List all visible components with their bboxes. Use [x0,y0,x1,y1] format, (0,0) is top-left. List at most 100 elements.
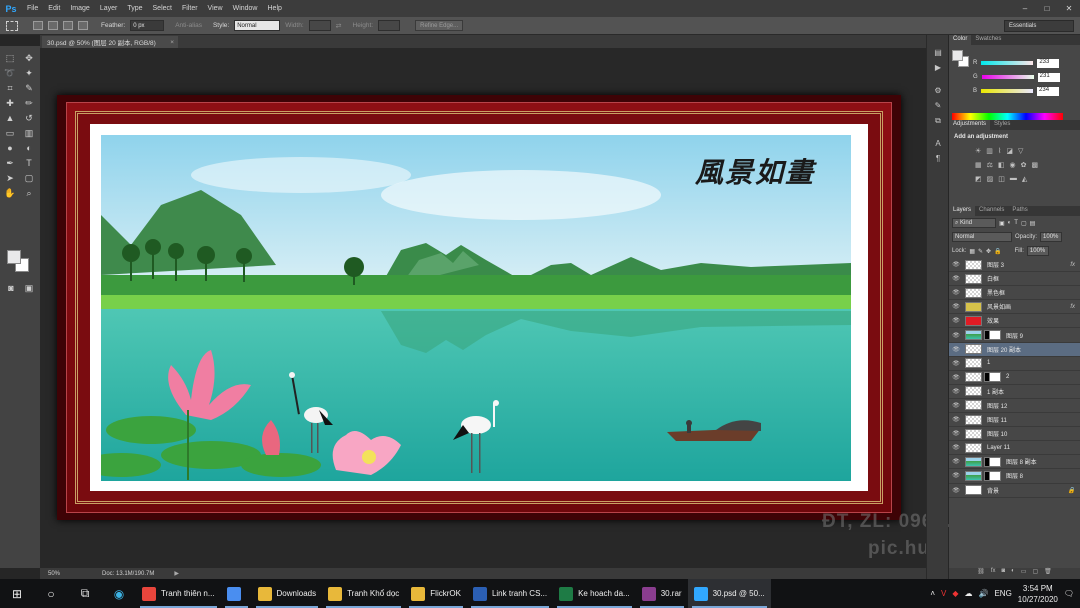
new-layer-icon[interactable]: ▢ [1032,568,1038,579]
lock-transparent-icon[interactable]: ▦ [969,248,975,255]
green-value[interactable]: 231 [1037,72,1060,82]
black-white-icon[interactable]: ◧ [998,161,1005,169]
feather-input[interactable]: 0 px [130,20,165,31]
link-layers-icon[interactable]: ⛓ [977,568,985,579]
refine-edge-button[interactable]: Refine Edge... [415,20,464,31]
tab-color[interactable]: Color [949,35,972,45]
layer-row[interactable]: 👁 图层 3 fx [949,258,1080,273]
add-mask-icon[interactable]: ◙ [1002,568,1006,579]
lock-pixels-icon[interactable]: ✎ [978,248,983,255]
tab-channels[interactable]: Channels [975,206,1008,216]
invert-icon[interactable]: ◩ [975,175,982,183]
visibility-eye-icon[interactable]: 👁 [949,275,963,282]
layer-kind-select[interactable]: ⌕ Kind [952,218,996,228]
fill-input[interactable]: 100% [1026,246,1049,256]
height-input[interactable] [378,20,401,31]
marquee-icon[interactable]: ⬚ [3,52,17,64]
taskbar-app[interactable]: Ke hoach da... [553,579,636,608]
history-brush-icon[interactable]: ↺ [22,112,36,124]
layer-row[interactable]: 👁 图层 8 [949,469,1080,484]
visibility-eye-icon[interactable]: 👁 [949,416,963,423]
language-indicator[interactable]: ENG [994,589,1011,598]
style-select[interactable]: Normal [234,20,281,31]
search-icon[interactable]: ○ [34,579,68,608]
shape-icon[interactable]: ▢ [22,172,36,184]
taskbar-app[interactable]: Tranh Khổ dọc [322,579,405,608]
lock-position-icon[interactable]: ✥ [986,248,991,255]
menu-layer[interactable]: Layer [95,5,123,12]
new-selection-icon[interactable] [33,21,43,30]
layer-row[interactable]: 👁 2 [949,371,1080,385]
exposure-icon[interactable]: ◪ [1006,147,1013,155]
curves-icon[interactable]: ⌇ [998,147,1001,155]
menu-help[interactable]: Help [263,5,287,12]
pen-icon[interactable]: ✒ [3,157,17,169]
color-swatches[interactable] [7,250,33,276]
blue-slider[interactable] [981,89,1034,93]
hue-saturation-icon[interactable]: ▦ [975,161,982,169]
volume-icon[interactable]: 🔊 [978,589,988,598]
visibility-eye-icon[interactable]: 👁 [949,374,963,381]
visibility-eye-icon[interactable]: 👁 [949,303,963,310]
filter-type-icon[interactable]: T [1014,220,1018,226]
layer-row[interactable]: 👁 背景 🔒 [949,484,1080,498]
layer-row[interactable]: 👁 图层 11 [949,413,1080,428]
visibility-eye-icon[interactable]: 👁 [949,388,963,395]
visibility-eye-icon[interactable]: 👁 [949,346,963,353]
screen-mode-icon[interactable]: ▣ [22,282,36,294]
visibility-eye-icon[interactable]: 👁 [949,430,963,437]
taskbar-app[interactable]: Tranh thiên n... [136,579,221,608]
chevron-up-icon[interactable]: ˄ [930,589,935,598]
document-tab[interactable]: 30.psd @ 50% (图层 20 副本, RGB/8) × [42,36,178,48]
task-view-icon[interactable]: ⧉ [68,579,102,608]
workspace-select[interactable]: Essentials [1004,20,1074,32]
crop-icon[interactable]: ⌗ [3,82,17,94]
tab-styles[interactable]: Styles [990,120,1014,130]
new-group-icon[interactable]: ▭ [1021,568,1027,579]
brush-panel-icon[interactable]: ✎ [927,98,949,113]
clock[interactable]: 3:54 PM 10/27/2020 [1018,583,1058,605]
app-tray-icon[interactable]: ◆ [952,589,958,598]
layer-row[interactable]: 👁 图层 9 [949,328,1080,343]
panel-foreground-swatch[interactable] [952,50,963,61]
green-slider[interactable] [981,75,1034,79]
menu-window[interactable]: Window [228,5,263,12]
threshold-icon[interactable]: ◫ [998,175,1005,183]
edge-icon[interactable]: ◉ [102,579,136,608]
hand-icon[interactable]: ✋ [3,187,17,199]
antialias-checkbox[interactable]: Anti-alias [175,22,202,29]
layer-fx-icon[interactable]: fx [1070,304,1075,310]
menu-filter[interactable]: Filter [177,5,203,12]
menu-edit[interactable]: Edit [43,5,65,12]
brightness-icon[interactable]: ☀ [975,147,981,155]
layer-row[interactable]: 👁 效果 [949,314,1080,329]
layer-row[interactable]: 👁 图层 10 [949,427,1080,442]
blend-mode-select[interactable]: Normal [952,232,1012,242]
vivaldi-icon[interactable]: V [941,589,946,598]
tab-layers[interactable]: Layers [949,206,976,216]
visibility-eye-icon[interactable]: 👁 [949,444,963,451]
tab-paths[interactable]: Paths [1008,206,1031,216]
quick-mask-icon[interactable]: ◙ [4,282,18,294]
move-icon[interactable]: ✥ [22,52,36,64]
visibility-eye-icon[interactable]: 👁 [949,317,963,324]
width-input[interactable] [308,20,331,31]
layer-mask-thumbnail[interactable] [984,470,1001,481]
type-icon[interactable]: T [22,157,36,169]
selective-color-icon[interactable]: ◭ [1022,175,1027,183]
visibility-eye-icon[interactable]: 👁 [949,261,963,268]
taskbar-app[interactable]: FlickrOK [405,579,467,608]
notification-icon[interactable]: 🗨 [1064,589,1074,598]
layer-mask-thumbnail[interactable] [984,456,1001,467]
dodge-icon[interactable]: ◐ [22,142,36,154]
layer-row[interactable]: 👁 图层 8 副本 [949,455,1080,470]
layer-row[interactable]: 👁 Layer 11 [949,441,1080,456]
lock-all-icon[interactable]: 🔒 [994,248,1001,255]
tab-swatches[interactable]: Swatches [971,35,1005,45]
color-lookup-icon[interactable]: ▩ [1032,161,1039,169]
posterize-icon[interactable]: ▨ [987,175,994,183]
opacity-input[interactable]: 100% [1040,232,1063,242]
actions-icon[interactable]: ▶ [927,60,949,75]
color-spectrum[interactable] [952,113,1063,120]
gradient-map-icon[interactable]: ▬ [1010,175,1017,183]
